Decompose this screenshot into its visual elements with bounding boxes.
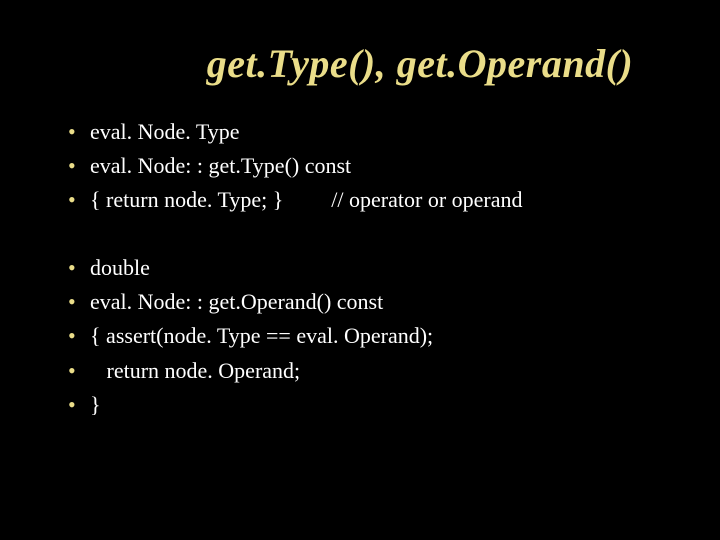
bullet-item: double <box>62 251 664 285</box>
bullet-item: eval. Node. Type <box>62 115 664 149</box>
bullet-text: return node. Operand; <box>90 358 300 383</box>
bullet-item: return node. Operand; <box>62 354 664 388</box>
spacer <box>56 217 664 251</box>
bullet-item: { return node. Type; } // operator or ope… <box>62 183 664 217</box>
slide-title: get.Type(), get.Operand() <box>56 40 664 87</box>
bullet-text: eval. Node. Type <box>90 119 240 144</box>
bullet-text: eval. Node: : get.Operand() const <box>90 289 383 314</box>
bullet-comment: // operator or operand <box>331 183 522 217</box>
bullet-text: eval. Node: : get.Type() const <box>90 153 351 178</box>
bullet-item: eval. Node: : get.Type() const <box>62 149 664 183</box>
bullet-group-2: double eval. Node: : get.Operand() const… <box>56 251 664 421</box>
bullet-item: eval. Node: : get.Operand() const <box>62 285 664 319</box>
bullet-item: { assert(node. Type == eval. Operand); <box>62 319 664 353</box>
slide: get.Type(), get.Operand() eval. Node. Ty… <box>0 0 720 540</box>
bullet-code: { return node. Type; } <box>90 187 283 212</box>
bullet-text: { assert(node. Type == eval. Operand); <box>90 323 433 348</box>
bullet-text: } <box>90 392 101 417</box>
bullet-text: double <box>90 255 150 280</box>
bullet-group-1: eval. Node. Type eval. Node: : get.Type(… <box>56 115 664 217</box>
bullet-item: } <box>62 388 664 422</box>
